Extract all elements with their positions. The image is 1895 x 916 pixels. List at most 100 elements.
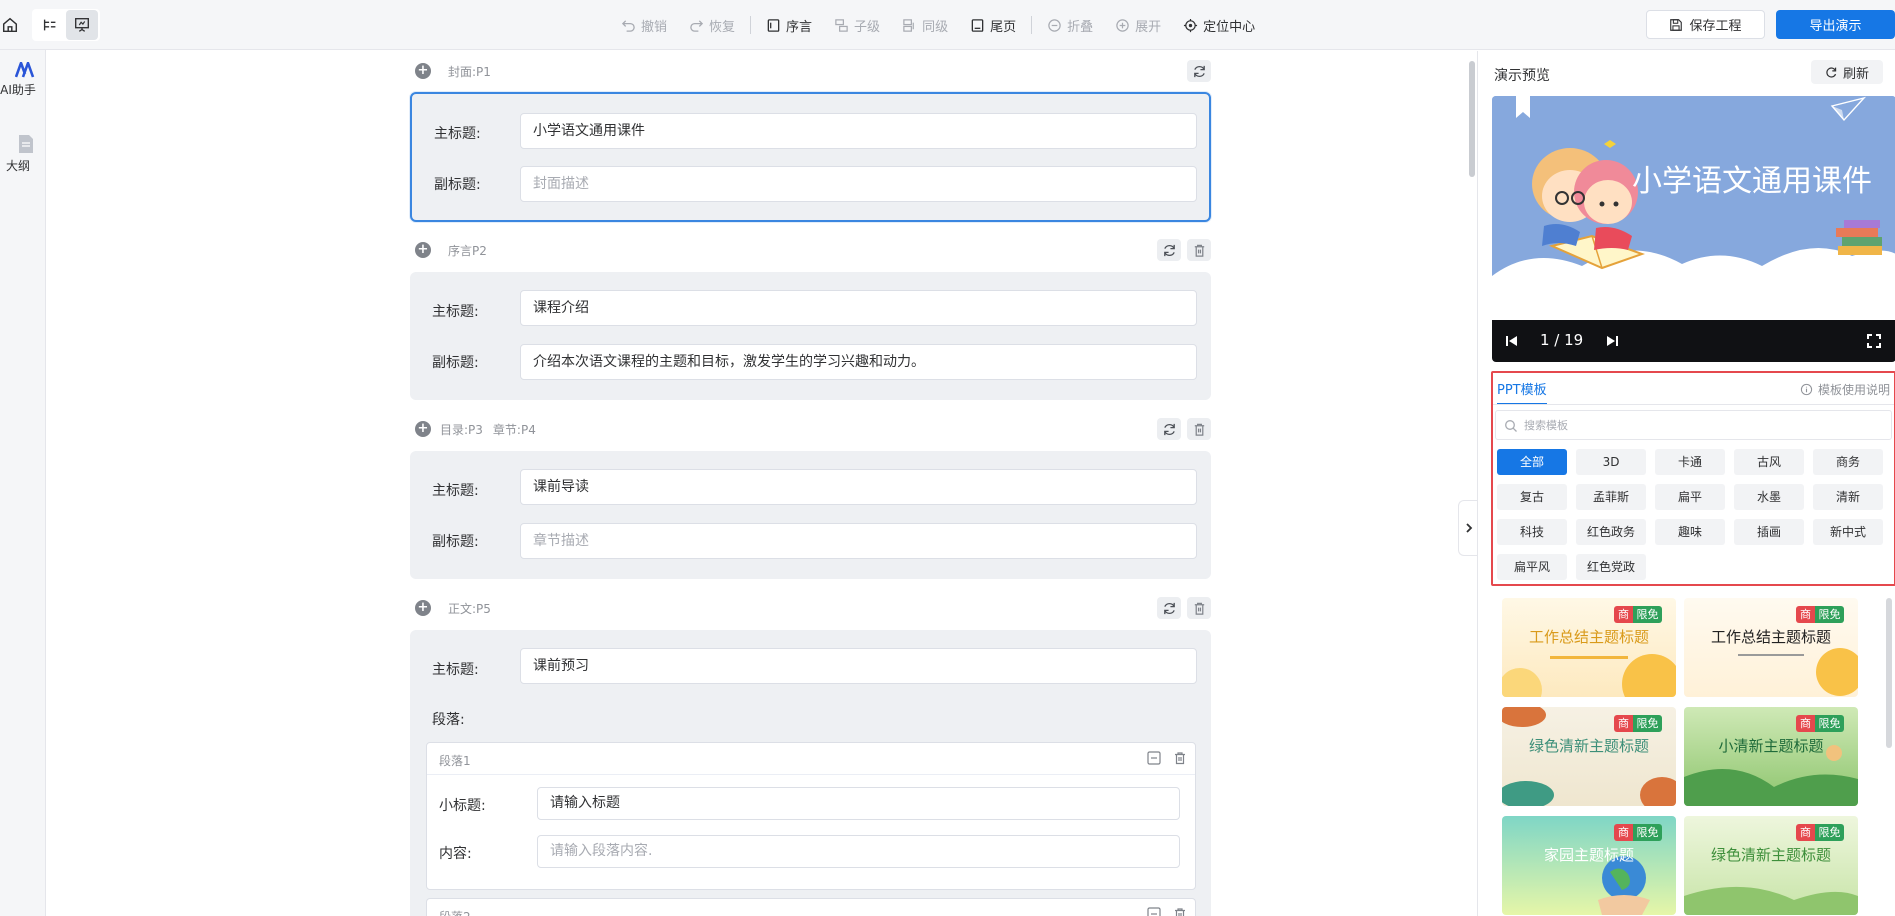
scrollbar-thumb[interactable] [1469,61,1475,177]
template-search-input[interactable] [1524,415,1884,435]
fullscreen-icon[interactable] [1866,333,1882,349]
template-selector: PPT模板 模板使用说明 全部 3D 卡通古风商务复古孟菲斯扁平水墨清新科技红色政务… [1491,371,1895,586]
template-card[interactable]: 工作总结主题标题 商限免 [1684,598,1858,697]
app-root: 撤销 恢复 序言 子级 同级 尾页 折叠 展开 定位中心 保存工程 导出演示 A… [0,0,1895,916]
undo-label: 撤销 [641,19,668,35]
undo-button[interactable]: 撤销 [610,0,678,50]
slide-card-cover[interactable]: 主标题: 小学语文通用课件 副标题: 封面描述 [410,92,1211,222]
rail-ai-assistant[interactable]: AI助手 [0,62,36,98]
category-chip[interactable]: 水墨 [1734,484,1804,510]
delete-button[interactable] [1187,418,1211,440]
toggle-right-panel-button[interactable] [1458,500,1478,556]
badge-shop: 商 [1614,606,1633,623]
paragraph-header: 段落1 [427,743,1195,775]
category-chip[interactable]: 扁平 [1655,484,1725,510]
minus-circle-icon [1048,18,1061,32]
delete-button[interactable] [1187,597,1211,619]
locate-center-button[interactable]: 定位中心 [1172,0,1266,50]
paragraph-content-input[interactable]: 请输入段落内容. [537,835,1180,868]
refresh-icon [1163,244,1175,256]
main-title-input[interactable]: 课前导读 [520,469,1197,505]
category-chip[interactable]: 商务 [1813,449,1883,475]
slide-card-preface[interactable]: 主标题: 课程介绍 副标题: 介绍本次语文课程的主题和目标，激发学生的学习兴趣和… [410,272,1211,400]
regenerate-button[interactable] [1187,60,1211,82]
trash-icon[interactable] [1173,751,1187,765]
next-slide-icon[interactable] [1604,333,1620,349]
redo-button[interactable]: 恢复 [678,0,746,50]
category-chip[interactable]: 卡通 [1655,449,1725,475]
add-sibling-button[interactable]: 同级 [891,0,959,50]
delete-button[interactable] [1187,239,1211,261]
collapse-button[interactable]: 折叠 [1036,0,1104,50]
add-section-button[interactable]: + [415,600,431,616]
category-chip[interactable]: 全部 [1497,449,1567,475]
save-project-button[interactable]: 保存工程 [1646,10,1765,39]
paragraph-subtitle-input[interactable]: 请输入标题 [537,787,1180,820]
main-title-input[interactable]: 课程介绍 [520,290,1197,326]
add-section-button[interactable]: + [415,242,431,258]
paragraph-block: 段落1 小标题: 请输入标题 内容: 请输入段落内容. [426,742,1196,890]
main-title-input[interactable]: 小学语文通用课件 [520,113,1197,149]
template-title: 小清新主题标题 [1718,737,1824,755]
regenerate-button[interactable] [1157,597,1181,619]
category-chip[interactable]: 清新 [1813,484,1883,510]
subtitle-input[interactable]: 章节描述 [520,523,1197,559]
trash-icon[interactable] [1173,907,1187,916]
ending-label: 尾页 [990,19,1017,35]
template-help-link[interactable]: 模板使用说明 [1800,381,1890,398]
add-child-button[interactable]: 子级 [823,0,891,50]
slide-card-body[interactable]: 主标题: 课前预习 段落: 段落1 小标题: 请输入标题 内容: 请输入段落内容… [410,630,1211,916]
subtitle-label: 副标题: [434,177,481,193]
slide-view-button[interactable] [66,10,98,40]
chevron-right-icon [1465,523,1472,533]
outline-view-button[interactable] [34,10,66,40]
main-title-input[interactable]: 课前预习 [520,648,1197,684]
category-chip[interactable]: 科技 [1497,519,1567,545]
ending-page-button[interactable]: 尾页 [959,0,1027,50]
preface-button[interactable]: 序言 [755,0,823,50]
search-icon [1505,420,1517,432]
subtitle-input[interactable]: 封面描述 [520,166,1197,202]
category-chip[interactable]: 插画 [1734,519,1804,545]
editor-scrollbar[interactable] [1467,51,1477,916]
export-presentation-button[interactable]: 导出演示 [1776,10,1895,39]
category-chip[interactable]: 新中式 [1813,519,1883,545]
section-header-cover: + 封面:P1 [415,59,1211,83]
badge-shop: 商 [1614,715,1633,732]
subtitle-input[interactable]: 介绍本次语文课程的主题和目标，激发学生的学习兴趣和动力。 [520,344,1197,380]
category-chip[interactable]: 复古 [1497,484,1567,510]
template-card[interactable]: 家园主题标题 商限免 [1502,816,1676,915]
collapse-square-icon[interactable] [1147,907,1161,916]
template-card[interactable]: 绿色清新主题标题 商限免 [1502,707,1676,806]
category-chip[interactable]: 孟菲斯 [1576,484,1646,510]
slide-card-chapter[interactable]: 主标题: 课前导读 副标题: 章节描述 [410,451,1211,579]
refresh-icon [1163,602,1175,614]
refresh-preview-button[interactable]: 刷新 [1811,60,1883,84]
template-card[interactable]: 工作总结主题标题 商限免 [1502,598,1676,697]
first-slide-icon[interactable] [1504,333,1520,349]
toolbar-divider [750,16,752,34]
category-chip[interactable]: 3D [1576,449,1646,475]
category-chip[interactable]: 扁平风 [1497,554,1567,580]
template-card[interactable]: 绿色清新主题标题 商限免 [1684,816,1858,915]
tab-ppt-templates[interactable]: PPT模板 [1497,379,1547,405]
regenerate-button[interactable] [1157,239,1181,261]
template-badge: 商限免 [1796,606,1844,623]
ai-logo-icon [15,62,35,78]
outline-tree-icon [43,19,56,31]
category-chip[interactable]: 红色政务 [1576,519,1646,545]
rail-outline[interactable]: 大纲 [0,134,36,174]
template-scrollbar[interactable] [1886,598,1892,748]
collapse-square-icon[interactable] [1147,751,1161,765]
regenerate-button[interactable] [1157,418,1181,440]
category-chip[interactable]: 古风 [1734,449,1804,475]
home-button[interactable] [0,10,26,40]
category-chip[interactable]: 趣味 [1655,519,1725,545]
template-card[interactable]: 小清新主题标题 商限免 [1684,707,1858,806]
add-section-button[interactable]: + [415,421,431,437]
category-chip[interactable]: 红色党政 [1576,554,1646,580]
refresh-label: 刷新 [1842,66,1869,82]
save-icon [1670,18,1683,31]
expand-button[interactable]: 展开 [1104,0,1172,50]
add-section-button[interactable]: + [415,63,431,79]
